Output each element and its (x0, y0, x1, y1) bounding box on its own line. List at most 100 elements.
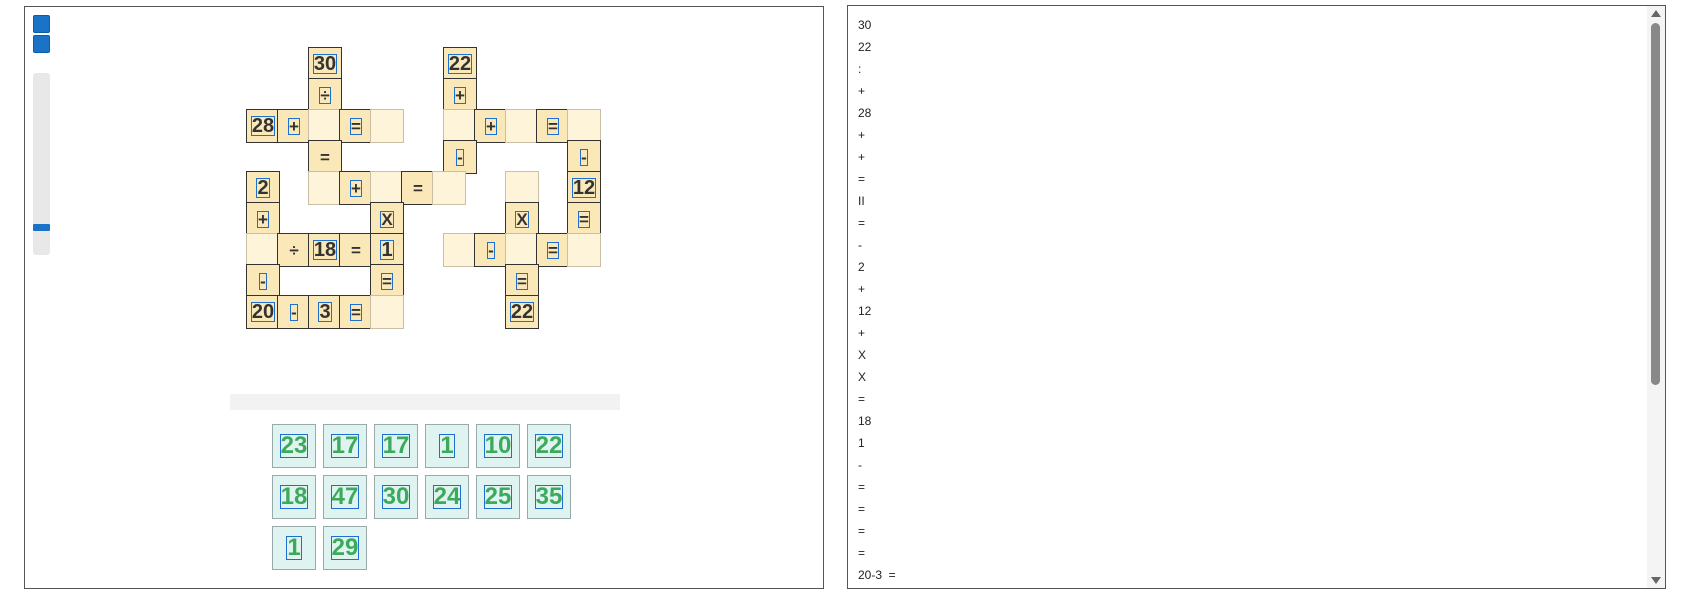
answer-line: 20-3 = (858, 568, 896, 582)
board-cell[interactable]: = (536, 233, 570, 267)
board-cell[interactable]: 22 (443, 47, 477, 81)
board-cell[interactable]: + (246, 202, 280, 236)
cell-value: = (350, 116, 362, 136)
cell-value: X (515, 209, 529, 229)
board-cell[interactable]: - (277, 295, 311, 329)
board-cell[interactable]: 2 (246, 171, 280, 205)
board-cell[interactable]: - (246, 264, 280, 298)
empty-board-cell[interactable] (370, 171, 404, 205)
cell-value: - (580, 147, 588, 167)
board-cell[interactable]: 3 (308, 295, 342, 329)
board-cell[interactable]: = (370, 264, 404, 298)
zoom-slider-thumb[interactable] (33, 224, 50, 231)
number-tile[interactable]: 25 (476, 475, 520, 519)
empty-board-cell[interactable] (246, 233, 280, 267)
empty-board-cell[interactable] (308, 171, 342, 205)
number-tile[interactable]: 18 (272, 475, 316, 519)
board-cell[interactable]: X (370, 202, 404, 236)
number-tile[interactable]: 22 (527, 424, 571, 468)
number-tile[interactable]: 47 (323, 475, 367, 519)
cell-value: = (516, 271, 528, 291)
cell-value: X (380, 209, 394, 229)
cell-value: 22 (447, 53, 473, 75)
cell-value: - (456, 147, 464, 167)
zoom-out-button[interactable] (33, 35, 50, 53)
answer-line: + (858, 326, 866, 340)
scroll-up-arrow-icon[interactable] (1651, 10, 1661, 17)
answer-line: 22 (858, 586, 1645, 588)
answer-line: 12 (858, 304, 872, 318)
answer-line: = (858, 216, 866, 230)
board-cell[interactable]: = (536, 109, 570, 143)
cell-value: = (547, 240, 559, 260)
empty-board-cell[interactable] (567, 233, 601, 267)
number-tile[interactable]: 1 (425, 424, 469, 468)
board-cell[interactable]: 28 (246, 109, 280, 143)
zoom-slider[interactable] (33, 73, 50, 255)
zoom-in-button[interactable] (33, 15, 50, 33)
tile-label: 17 (330, 432, 360, 459)
tile-label: 47 (330, 483, 360, 510)
cell-value: 3 (318, 301, 332, 323)
number-tile[interactable]: 10 (476, 424, 520, 468)
cell-value: + (350, 178, 362, 198)
empty-board-cell[interactable] (443, 109, 477, 143)
board-cell[interactable]: - (443, 140, 477, 174)
board-cell[interactable]: 30 (308, 47, 342, 81)
board-cell[interactable]: - (567, 140, 601, 174)
number-tile[interactable]: 30 (374, 475, 418, 519)
answer-line: 22 (858, 40, 872, 54)
number-tile[interactable]: 17 (374, 424, 418, 468)
number-tile[interactable]: 29 (323, 526, 367, 570)
cell-value: = (547, 116, 559, 136)
answer-line: = (858, 524, 866, 538)
board-cell[interactable]: = (339, 233, 373, 267)
board-cell[interactable]: + (339, 171, 373, 205)
scroll-thumb[interactable] (1651, 23, 1660, 385)
board-cell[interactable]: 18 (308, 233, 342, 267)
empty-board-cell[interactable] (505, 233, 539, 267)
board-cell[interactable]: = (401, 171, 435, 205)
number-tile[interactable]: 1 (272, 526, 316, 570)
board-cell[interactable]: = (339, 295, 373, 329)
scrollbar[interactable] (1647, 6, 1665, 588)
board-cell[interactable]: 22 (505, 295, 539, 329)
board-cell[interactable]: - (474, 233, 508, 267)
answer-textarea[interactable]: 30 22: +28 + + = II = - 2 +12 + XX = 18 1 - = = = = 20-3 = 22 (847, 5, 1666, 589)
answer-line: 18 (858, 414, 872, 428)
tile-bank-header (230, 394, 620, 410)
cell-value: - (290, 302, 298, 322)
empty-board-cell[interactable] (308, 109, 342, 143)
board-cell[interactable]: = (505, 264, 539, 298)
tile-label: 10 (483, 432, 513, 459)
empty-board-cell[interactable] (443, 233, 477, 267)
board-cell[interactable]: 20 (246, 295, 280, 329)
empty-board-cell[interactable] (432, 171, 466, 205)
empty-board-cell[interactable] (505, 109, 539, 143)
empty-board-cell[interactable] (567, 109, 601, 143)
scroll-down-arrow-icon[interactable] (1651, 577, 1661, 584)
empty-board-cell[interactable] (370, 295, 404, 329)
board-cell[interactable]: + (443, 78, 477, 112)
board-cell[interactable]: + (277, 109, 311, 143)
board-cell[interactable]: = (308, 140, 342, 174)
board-cell[interactable]: ÷ (308, 78, 342, 112)
empty-board-cell[interactable] (370, 109, 404, 143)
answer-line: - (858, 458, 862, 472)
board-cell[interactable]: X (505, 202, 539, 236)
number-tile[interactable]: 24 (425, 475, 469, 519)
board-cell[interactable]: 1 (370, 233, 404, 267)
answer-lines: 30 22: +28 + + = II = - 2 +12 + XX = 18 1 - = = = = 20-3 = 22 (858, 14, 1645, 588)
answer-line: 30 (858, 18, 872, 32)
number-tile[interactable]: 17 (323, 424, 367, 468)
board-cell[interactable]: = (339, 109, 373, 143)
board-cell[interactable]: 12 (567, 171, 601, 205)
tile-label: 24 (432, 483, 462, 510)
empty-board-cell[interactable] (505, 171, 539, 205)
board-cell[interactable]: = (567, 202, 601, 236)
tile-label: 1 (286, 534, 302, 561)
board-cell[interactable]: ÷ (277, 233, 311, 267)
number-tile[interactable]: 23 (272, 424, 316, 468)
number-tile[interactable]: 35 (527, 475, 571, 519)
board-cell[interactable]: + (474, 109, 508, 143)
